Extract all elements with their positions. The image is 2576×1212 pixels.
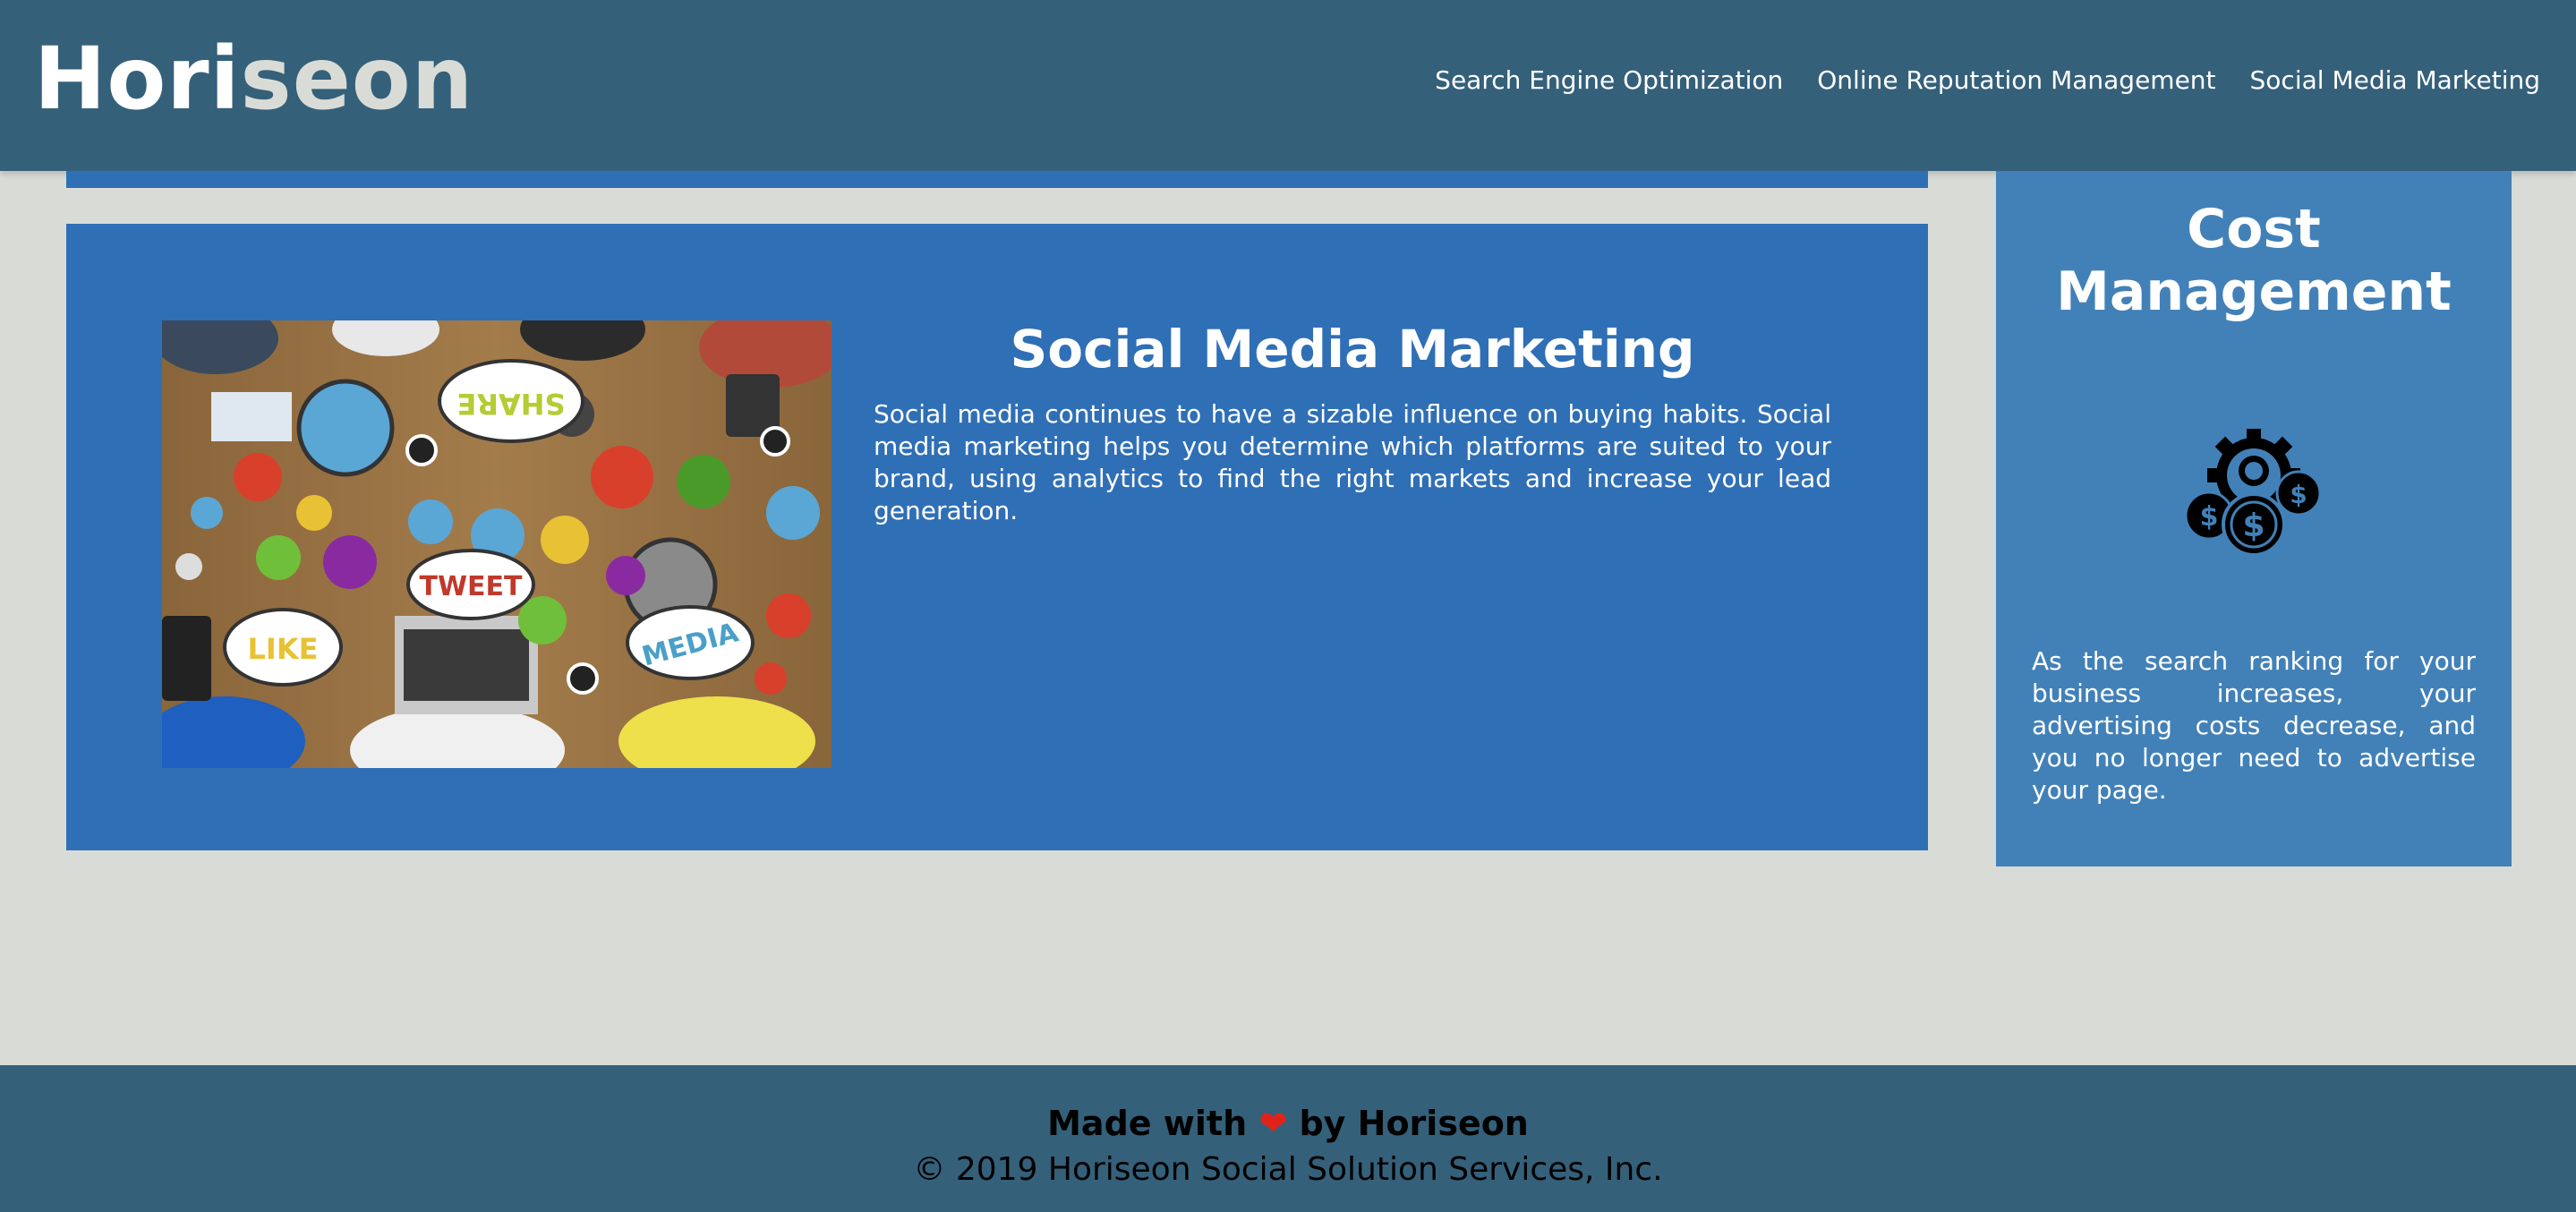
cost-management-icon: $ $ $ <box>2182 422 2325 565</box>
footer-copyright: © 2019 Horiseon Social Solution Services… <box>913 1151 1663 1188</box>
previous-section-edge <box>66 171 1928 188</box>
social-media-marketing-section: SHARE TWEET LIKE MEDIA Social Media Mark… <box>66 224 1928 850</box>
social-media-marketing-image: SHARE TWEET LIKE MEDIA <box>162 320 832 768</box>
svg-text:$: $ <box>2200 501 2219 533</box>
svg-text:$: $ <box>2242 508 2265 544</box>
site-footer: Made with ❤ by Horiseon © 2019 Horiseon … <box>0 1065 2576 1212</box>
footer-made-prefix: Made with <box>1047 1104 1248 1143</box>
footer-made-suffix: by Horiseon <box>1299 1104 1529 1143</box>
aside-description: As the search ranking for your business … <box>2032 646 2476 805</box>
like-bubble-text: LIKE <box>248 632 319 666</box>
nav-link-social-media-marketing[interactable]: Social Media Marketing <box>2250 63 2540 98</box>
section-title: Social Media Marketing <box>1010 319 1695 380</box>
logo-accent-text: seon <box>240 29 474 129</box>
section-description: Social media continues to have a sizable… <box>874 399 1831 525</box>
site-header: Horiseon Search Engine Optimization Onli… <box>0 0 2576 171</box>
tweet-bubble-text: TWEET <box>419 571 523 602</box>
aside-title: Cost Management <box>2056 198 2452 323</box>
cost-management-aside: Cost Management $ $ $ As the search rank… <box>1996 171 2512 866</box>
main-nav: Search Engine Optimization Online Reputa… <box>1435 63 2540 98</box>
footer-made-with: Made with ❤ by Horiseon <box>0 1101 2576 1146</box>
nav-link-online-reputation-management[interactable]: Online Reputation Management <box>1817 63 2215 98</box>
site-logo[interactable]: Horiseon <box>34 27 473 131</box>
logo-main-text: Hori <box>34 29 241 129</box>
share-bubble-text: SHARE <box>456 387 565 421</box>
svg-text:$: $ <box>2290 480 2307 509</box>
page: Horiseon Search Engine Optimization Onli… <box>0 0 2576 1212</box>
nav-link-search-engine-optimization[interactable]: Search Engine Optimization <box>1435 63 1783 98</box>
heart-icon: ❤ <box>1258 1104 1288 1143</box>
